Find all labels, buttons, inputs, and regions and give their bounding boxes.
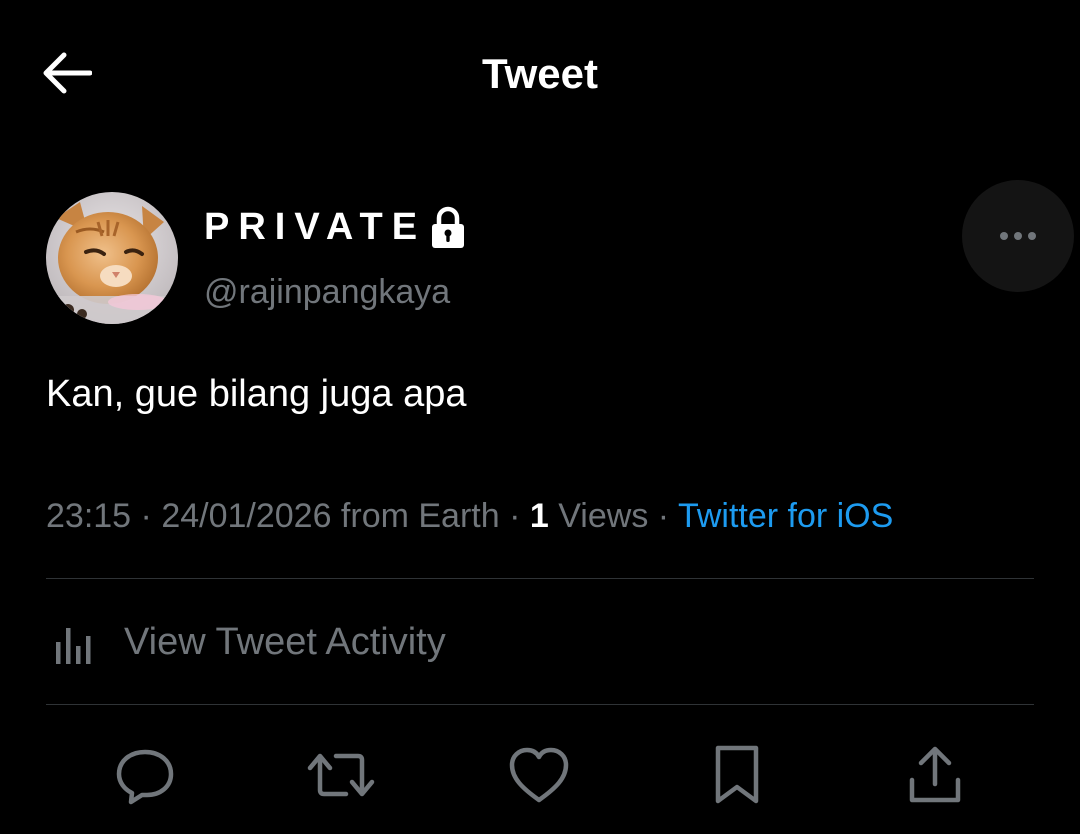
page-title: Tweet	[482, 50, 598, 97]
share-button[interactable]	[900, 740, 970, 810]
tweet-text: Kan, gue bilang juga apa	[46, 373, 467, 415]
tweet-detail-screen: Tweet PRIVATE @rajinpangkaya Kan, gue bi…	[0, 0, 1080, 834]
bookmark-icon	[715, 745, 759, 804]
author-name-row[interactable]: PRIVATE	[204, 204, 468, 250]
orange-cat-photo	[46, 192, 178, 324]
tweet-action-bar	[0, 740, 1080, 810]
bookmark-button[interactable]	[702, 740, 772, 810]
view-tweet-activity-button[interactable]: View Tweet Activity	[46, 612, 446, 672]
ellipsis-icon	[1000, 232, 1036, 240]
author-handle[interactable]: @rajinpangkaya	[204, 270, 450, 314]
avatar[interactable]	[46, 192, 178, 324]
retweet-button[interactable]	[306, 740, 376, 810]
meta-separator: ·	[499, 497, 530, 535]
retweet-icon	[307, 753, 375, 797]
more-options-button[interactable]	[962, 180, 1074, 292]
divider	[46, 578, 1034, 579]
meta-separator: ·	[131, 497, 162, 535]
tweet-date: 24/01/2026 from Earth	[161, 497, 500, 535]
share-icon	[909, 746, 961, 803]
heart-icon	[509, 747, 569, 803]
tweet-meta: 23:15 · 24/01/2026 from Earth · 1 Views …	[46, 492, 893, 540]
views-label: Views	[558, 497, 649, 535]
source-link[interactable]: Twitter for iOS	[678, 497, 893, 535]
divider	[46, 704, 1034, 705]
author-display-name: PRIVATE	[204, 206, 427, 248]
reply-button[interactable]	[110, 740, 180, 810]
reply-icon	[116, 749, 174, 805]
bar-chart-icon	[56, 628, 91, 664]
like-button[interactable]	[504, 740, 574, 810]
meta-separator: ·	[648, 497, 678, 535]
lock-icon	[432, 206, 465, 248]
view-tweet-activity-label: View Tweet Activity	[124, 621, 446, 663]
views-count: 1	[529, 497, 549, 535]
tweet-time: 23:15	[46, 497, 132, 535]
